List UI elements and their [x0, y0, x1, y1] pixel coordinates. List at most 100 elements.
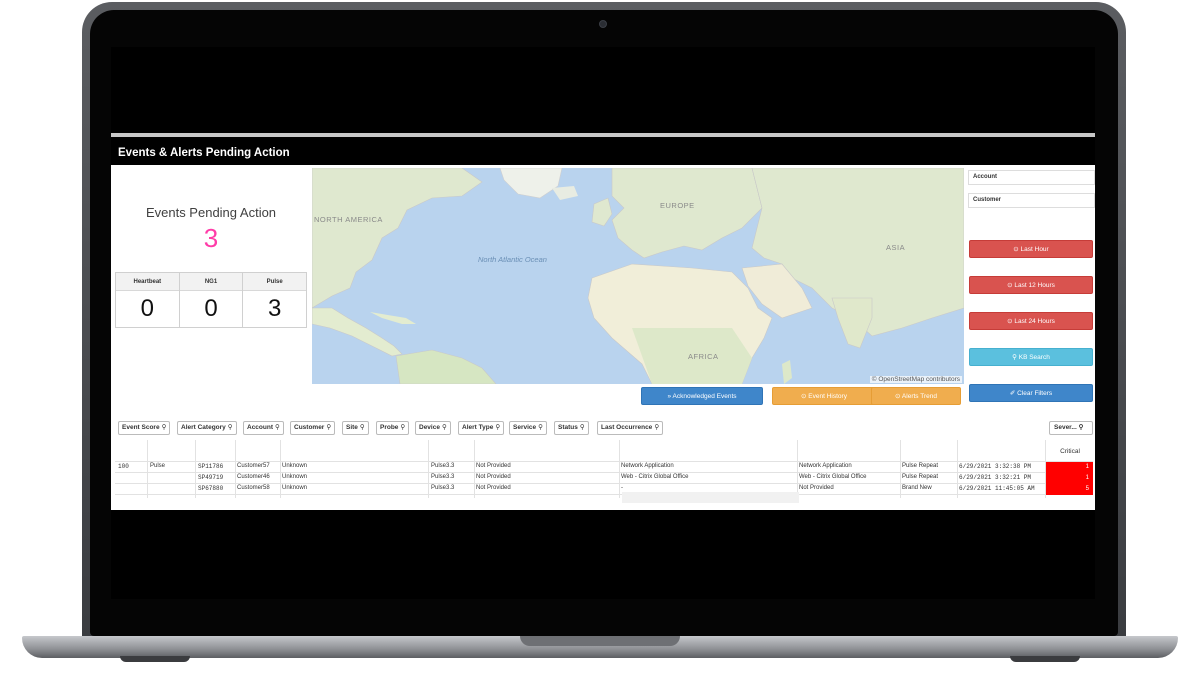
- alert-category-cell[interactable]: Pulse: [150, 463, 165, 469]
- customer-cell: Customer46: [237, 474, 270, 480]
- customer-cell: Customer57: [237, 463, 270, 469]
- last-12-hours-button[interactable]: ⊙ Last 12 Hours: [969, 276, 1093, 294]
- laptop-mockup: Events & Alerts Pending Action Events Pe…: [0, 0, 1200, 675]
- severity-cell: 5: [1046, 484, 1093, 495]
- map-label-africa: AFRICA: [688, 352, 719, 361]
- status-cell: Pulse Repeat: [902, 474, 939, 480]
- column-label: Site: [346, 424, 358, 431]
- kpi-value: 0: [140, 295, 155, 322]
- service-cell: Network Application: [799, 463, 852, 469]
- laptop-notch: [520, 636, 680, 646]
- status-cell: Pulse Repeat: [902, 463, 939, 469]
- kpi-table: Heartbeat 0 NG1 0 Pulse 3: [115, 272, 307, 328]
- search-icon: ⚲: [1078, 424, 1084, 431]
- column-label: Service: [513, 424, 537, 431]
- column-label: Customer: [294, 424, 325, 431]
- column-probe[interactable]: Probe ⚲: [376, 421, 410, 435]
- alert-type-cell: -: [621, 485, 623, 491]
- world-map[interactable]: NORTH AMERICA EUROPE ASIA AFRICA North A…: [312, 168, 964, 384]
- severity-cell: 1: [1046, 462, 1093, 473]
- probe-cell: Pulse3.3: [431, 485, 455, 491]
- column-alert-type[interactable]: Alert Type ⚲: [458, 421, 505, 435]
- button-label: Event History: [808, 393, 847, 400]
- alert-type-cell: Network Application: [621, 463, 674, 469]
- column-event-score[interactable]: Event Score ⚲: [118, 421, 171, 435]
- site-cell: Unknown: [282, 474, 308, 480]
- button-label: Clear Filters: [1017, 390, 1053, 397]
- customer-filter[interactable]: Customer: [968, 193, 1095, 208]
- search-icon: ⚲: [441, 424, 447, 431]
- search-icon: ⚲: [495, 424, 501, 431]
- column-account[interactable]: Account ⚲: [243, 421, 284, 435]
- column-label: Device: [419, 424, 440, 431]
- column-label: Account: [247, 424, 273, 431]
- last-hour-button[interactable]: ⊙ Last Hour: [969, 240, 1093, 258]
- severity-cell: 1: [1046, 473, 1093, 484]
- column-label: Sever...: [1054, 424, 1077, 431]
- column-last-occurrence[interactable]: Last Occurrence ⚲: [597, 421, 664, 435]
- last-occurrence-cell: 6/29/2021 11:45:05 AM: [959, 485, 1035, 492]
- account-filter[interactable]: Account: [968, 170, 1095, 185]
- button-label: Last Hour: [1020, 246, 1049, 253]
- last-occurrence-cell: 6/29/2021 3:32:21 PM: [959, 474, 1032, 481]
- laptop-foot-right: [1010, 656, 1080, 662]
- map-landmass: [312, 168, 964, 384]
- button-label: Alerts Trend: [901, 393, 937, 400]
- account-cell: SP11786: [198, 463, 224, 470]
- button-label: Acknowledged Events: [672, 393, 737, 400]
- status-cell: Brand New: [902, 485, 932, 491]
- search-icon: ⚲: [579, 424, 585, 431]
- map-label-europe: EUROPE: [660, 201, 695, 210]
- search-icon: ⚲: [227, 424, 233, 431]
- event-history-button[interactable]: ⊙ Event History: [772, 387, 876, 405]
- acknowledged-events-button[interactable]: » Acknowledged Events: [641, 387, 763, 405]
- column-site[interactable]: Site ⚲: [342, 421, 369, 435]
- column-device[interactable]: Device ⚲: [415, 421, 451, 435]
- column-severity[interactable]: Sever... ⚲: [1049, 421, 1093, 435]
- button-label: Last 12 Hours: [1014, 282, 1055, 289]
- kpi-label: NG1: [179, 273, 243, 291]
- map-label-north-america: NORTH AMERICA: [314, 215, 383, 224]
- column-label: Alert Type: [462, 424, 494, 431]
- button-label: KB Search: [1018, 354, 1050, 361]
- kpi-value: 3: [268, 295, 282, 322]
- map-attribution[interactable]: © OpenStreetMap contributors: [869, 376, 962, 383]
- events-pending-title: Events Pending Action: [145, 205, 277, 220]
- search-icon: ⚲: [326, 424, 332, 431]
- site-cell: Unknown: [282, 485, 308, 491]
- column-service[interactable]: Service ⚲: [509, 421, 547, 435]
- last-occurrence-cell: 6/29/2021 3:32:38 PM: [959, 463, 1032, 470]
- account-cell: SP67880: [198, 485, 224, 492]
- device-cell: Not Provided: [476, 463, 511, 469]
- clear-filters-button[interactable]: ✐ Clear Filters: [969, 384, 1093, 402]
- alerts-trend-button[interactable]: ⊙ Alerts Trend: [871, 387, 961, 405]
- row-highlight: [622, 492, 799, 503]
- search-icon: ⚲: [1012, 354, 1019, 361]
- events-pending-value: 3: [203, 223, 219, 253]
- column-alert-category[interactable]: Alert Category ⚲: [177, 421, 237, 435]
- search-icon: ⚲: [400, 424, 406, 431]
- site-cell: Unknown: [282, 463, 308, 469]
- laptop-foot-left: [120, 656, 190, 662]
- event-score-cell[interactable]: 100: [118, 463, 129, 470]
- column-customer[interactable]: Customer ⚲: [290, 421, 336, 435]
- service-cell: Not Provided: [799, 485, 834, 491]
- map-label-ocean: North Atlantic Ocean: [478, 255, 547, 264]
- kpi-heartbeat[interactable]: Heartbeat 0: [116, 273, 180, 327]
- kpi-pulse[interactable]: Pulse 3: [243, 273, 307, 327]
- column-label: Last Occurrence: [601, 424, 653, 431]
- kpi-ng1[interactable]: NG1 0: [179, 273, 244, 327]
- probe-cell: Pulse3.3: [431, 463, 455, 469]
- column-label: Alert Category: [181, 424, 226, 431]
- kb-search-button[interactable]: ⚲ KB Search: [969, 348, 1093, 366]
- last-24-hours-button[interactable]: ⊙ Last 24 Hours: [969, 312, 1093, 330]
- search-icon: ⚲: [161, 424, 167, 431]
- search-icon: ⚲: [654, 424, 660, 431]
- kpi-value: 0: [204, 295, 218, 322]
- camera-icon: [599, 20, 607, 28]
- clock-icon: ⊙: [1013, 246, 1021, 253]
- clock-icon: ⊙: [895, 393, 902, 400]
- alert-type-cell: Web - Citrix Global Office: [621, 474, 689, 480]
- column-status[interactable]: Status ⚲: [554, 421, 589, 435]
- service-cell: Web - Citrix Global Office: [799, 474, 867, 480]
